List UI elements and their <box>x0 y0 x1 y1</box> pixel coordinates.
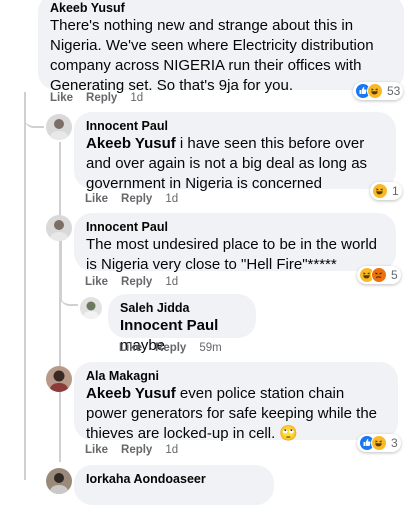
avatar[interactable] <box>46 366 72 392</box>
comment-actions: Like Reply 59m <box>119 342 222 354</box>
like-button[interactable]: Like <box>85 276 108 288</box>
reaction-count: 1 <box>392 184 399 198</box>
thread-branch <box>24 100 44 128</box>
reaction-count: 5 <box>391 268 398 282</box>
comment-timestamp[interactable]: 1d <box>165 444 178 456</box>
haha-reaction-icon <box>367 83 383 99</box>
comment-author[interactable]: Ala Makagni <box>86 369 386 384</box>
reaction-summary[interactable]: 3 <box>357 434 401 452</box>
thread-branch-reply <box>60 290 78 306</box>
angry-reaction-icon <box>371 267 387 283</box>
comment-author[interactable]: Akeeb Yusuf <box>50 1 392 16</box>
comment-author[interactable]: Iorkaha Aondoaseer <box>86 472 262 487</box>
comment-author[interactable]: Saleh Jidda <box>120 301 244 316</box>
comment-author[interactable]: Innocent Paul <box>86 119 384 134</box>
avatar[interactable] <box>46 468 72 494</box>
comment-text: Akeeb Yusuf i have seen this before over… <box>86 135 368 192</box>
avatar[interactable] <box>80 297 102 319</box>
reply-button[interactable]: Reply <box>86 92 117 104</box>
comment-bubble: Ala Makagni Akeeb Yusuf even police stat… <box>74 362 398 442</box>
avatar[interactable] <box>46 114 72 140</box>
comment-text: There's nothing new and strange about th… <box>50 17 374 94</box>
comment-timestamp[interactable]: 1d <box>165 193 178 205</box>
reaction-summary[interactable]: 1 <box>370 182 402 200</box>
mention-link[interactable]: Akeeb Yusuf <box>86 135 176 152</box>
like-button[interactable]: Like <box>119 342 142 354</box>
comment-timestamp[interactable]: 1d <box>165 276 178 288</box>
thread-line <box>24 92 26 480</box>
comment-bubble: Iorkaha Aondoaseer <box>74 465 274 505</box>
reply-button[interactable]: Reply <box>121 193 152 205</box>
like-button[interactable]: Like <box>85 444 108 456</box>
reply-button[interactable]: Reply <box>121 276 152 288</box>
comment-author[interactable]: Innocent Paul <box>86 220 384 235</box>
reaction-count: 3 <box>391 436 398 450</box>
reaction-summary[interactable]: 53 <box>353 82 404 100</box>
comment-actions: Like Reply 1d <box>85 193 178 205</box>
thread-line-nested <box>59 142 61 462</box>
reply-button[interactable]: Reply <box>155 342 186 354</box>
mention-link[interactable]: Innocent Paul <box>120 317 218 334</box>
avatar[interactable] <box>46 215 72 241</box>
reaction-count: 53 <box>387 84 401 98</box>
comment-timestamp[interactable]: 1d <box>130 92 143 104</box>
comment-actions: Like Reply 1d <box>85 444 178 456</box>
reply-button[interactable]: Reply <box>121 444 152 456</box>
comment-text: Akeeb Yusuf even police station chain po… <box>86 385 378 442</box>
comment-timestamp[interactable]: 59m <box>199 342 221 354</box>
comment-actions: Like Reply 1d <box>85 276 178 288</box>
like-button[interactable]: Like <box>85 193 108 205</box>
comment-actions: Like Reply 1d <box>50 92 143 104</box>
comment-text: The most undesired place to be in the wo… <box>86 236 377 273</box>
comment-bubble: Saleh Jidda Innocent Paul maybe <box>108 294 256 354</box>
haha-reaction-icon <box>372 183 388 199</box>
comment-bubble: Akeeb Yusuf There's nothing new and stra… <box>38 0 404 94</box>
mention-link[interactable]: Akeeb Yusuf <box>86 385 176 402</box>
comment-bubble: Innocent Paul Akeeb Yusuf i have seen th… <box>74 112 396 192</box>
like-button[interactable]: Like <box>50 92 73 104</box>
haha-reaction-icon <box>371 435 387 451</box>
reaction-summary[interactable]: 5 <box>357 266 401 284</box>
comment-bubble: Innocent Paul The most undesired place t… <box>74 213 396 273</box>
